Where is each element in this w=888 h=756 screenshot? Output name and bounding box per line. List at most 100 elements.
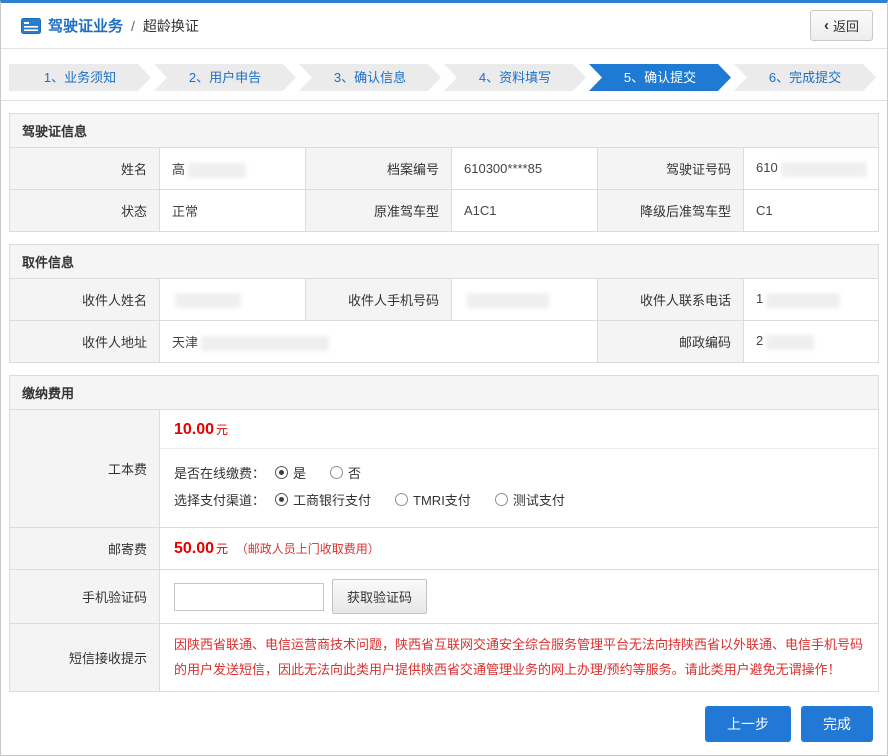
pay-channel-row: 选择支付渠道： 工商银行支付 TMRI支付 测试支付 [174,490,864,509]
cost-fee-label: 工本费 [10,410,160,528]
radio-icon [495,493,508,506]
payment-title: 缴纳费用 [9,375,879,409]
original-class-value: A1C1 [452,190,598,232]
license-business-icon [21,18,41,34]
payment-options: 是否在线缴费： 是 否 选择支付渠道： [160,449,878,527]
back-button[interactable]: ‹ 返回 [810,10,873,41]
pickup-info-table: 收件人姓名 收件人手机号码 收件人联系电话 1 收件人地址 天津 邮政编码 2 [9,278,879,363]
get-code-button[interactable]: 获取验证码 [332,579,427,614]
redacted-area [201,336,329,351]
zip-code-label: 邮政编码 [598,321,744,363]
mail-amount: 50.00 [174,540,214,557]
radio-label: 测试支付 [513,490,565,509]
radio-label: TMRI支付 [413,490,471,509]
table-row: 邮寄费 50.00元 （邮政人员上门收取费用） [10,528,879,570]
mail-fee-note: （邮政人员上门收取费用） [236,542,380,556]
previous-step-button[interactable]: 上一步 [705,706,791,742]
redacted-area [175,293,241,308]
license-info-section: 驾驶证信息 姓名 高 档案编号 610300****85 驾驶证号码 610 状… [9,113,879,232]
chevron-left-icon: ‹ [824,18,829,33]
step-2-declare[interactable]: 2、用户申告 [154,64,296,91]
breadcrumb: 驾驶证业务 / 超龄换证 [21,15,199,36]
payment-section: 缴纳费用 工本费 10.00元 是否在线缴费： 是 [9,375,879,692]
finish-button[interactable]: 完成 [801,706,873,742]
online-pay-question: 是否在线缴费： [174,463,265,482]
license-info-title: 驾驶证信息 [9,113,879,147]
redacted-area [188,163,246,178]
mail-fee-label: 邮寄费 [10,528,160,570]
step-nav-bar: 1、业务须知 2、用户申告 3、确认信息 4、资料填写 5、确认提交 6、完成提… [1,49,887,101]
radio-icon [395,493,408,506]
step-1-notice[interactable]: 1、业务须知 [9,64,151,91]
recipient-phone-label: 收件人联系电话 [598,279,744,321]
currency-unit: 元 [216,423,228,437]
zip-code-value: 2 [744,321,879,363]
breadcrumb-separator: / [131,18,135,34]
radio-label: 工商银行支付 [293,490,371,509]
recipient-mobile-label: 收件人手机号码 [306,279,452,321]
sms-tip-cell: 因陕西省联通、电信运营商技术问题，陕西省互联网交通安全综合服务管理平台无法向持陕… [160,624,879,692]
radio-channel-test[interactable]: 测试支付 [495,490,565,509]
recipient-address-value: 天津 [160,321,598,363]
downgraded-class-label: 降级后准驾车型 [598,190,744,232]
radio-icon [275,466,288,479]
sms-tip-text: 因陕西省联通、电信运营商技术问题，陕西省互联网交通安全综合服务管理平台无法向持陕… [160,624,878,691]
cost-amount: 10.00 [174,421,214,438]
footer-actions: 上一步 完成 [1,692,887,756]
radio-icon [275,493,288,506]
downgraded-class-value: C1 [744,190,879,232]
name-value: 高 [160,148,306,190]
redacted-area [766,293,840,308]
sms-code-cell: 获取验证码 [160,570,879,624]
radio-online-no[interactable]: 否 [330,463,361,482]
pickup-info-section: 取件信息 收件人姓名 收件人手机号码 收件人联系电话 1 收件人地址 天津 邮政… [9,244,879,363]
mail-fee-cell: 50.00元 （邮政人员上门收取费用） [160,528,879,570]
sms-code-label: 手机验证码 [10,570,160,624]
radio-channel-tmri[interactable]: TMRI支付 [395,490,471,509]
cost-fee-amount: 10.00元 [160,410,878,449]
step-3-confirm-info[interactable]: 3、确认信息 [299,64,441,91]
online-pay-row: 是否在线缴费： 是 否 [174,463,864,482]
radio-label: 是 [293,463,306,482]
sms-tip-label: 短信接收提示 [10,624,160,692]
radio-label: 否 [348,463,361,482]
recipient-name-value [160,279,306,321]
step-5-confirm-submit[interactable]: 5、确认提交 [589,64,731,91]
license-number-label: 驾驶证号码 [598,148,744,190]
file-number-label: 档案编号 [306,148,452,190]
redacted-area [766,335,814,350]
page: 驾驶证业务 / 超龄换证 ‹ 返回 1、业务须知 2、用户申告 3、确认信息 4… [0,0,888,756]
license-info-table: 姓名 高 档案编号 610300****85 驾驶证号码 610 状态 正常 原… [9,147,879,232]
original-class-label: 原准驾车型 [306,190,452,232]
page-title: 驾驶证业务 [48,15,123,36]
table-row: 姓名 高 档案编号 610300****85 驾驶证号码 610 [10,148,879,190]
status-value: 正常 [160,190,306,232]
pickup-info-title: 取件信息 [9,244,879,278]
redacted-area [781,162,867,177]
status-label: 状态 [10,190,160,232]
currency-unit: 元 [216,542,228,556]
file-number-value: 610300****85 [452,148,598,190]
recipient-name-label: 收件人姓名 [10,279,160,321]
table-row: 手机验证码 获取验证码 [10,570,879,624]
radio-channel-icbc[interactable]: 工商银行支付 [275,490,371,509]
topbar: 驾驶证业务 / 超龄换证 ‹ 返回 [1,3,887,49]
radio-icon [330,466,343,479]
table-row: 短信接收提示 因陕西省联通、电信运营商技术问题，陕西省互联网交通安全综合服务管理… [10,624,879,692]
table-row: 收件人姓名 收件人手机号码 收件人联系电话 1 [10,279,879,321]
mail-fee-amount: 50.00元 （邮政人员上门收取费用） [160,530,878,568]
step-6-done[interactable]: 6、完成提交 [734,64,876,91]
cost-fee-cell: 10.00元 是否在线缴费： 是 否 [160,410,879,528]
table-row: 状态 正常 原准驾车型 A1C1 降级后准驾车型 C1 [10,190,879,232]
breadcrumb-current: 超龄换证 [143,16,199,36]
name-label: 姓名 [10,148,160,190]
step-4-fill-data[interactable]: 4、资料填写 [444,64,586,91]
pay-channel-question: 选择支付渠道： [174,490,265,509]
recipient-phone-value: 1 [744,279,879,321]
back-button-label: 返回 [833,16,859,35]
sms-code-input[interactable] [174,583,324,611]
table-row: 收件人地址 天津 邮政编码 2 [10,321,879,363]
table-row: 工本费 10.00元 是否在线缴费： 是 [10,410,879,528]
payment-table: 工本费 10.00元 是否在线缴费： 是 [9,409,879,692]
radio-online-yes[interactable]: 是 [275,463,306,482]
